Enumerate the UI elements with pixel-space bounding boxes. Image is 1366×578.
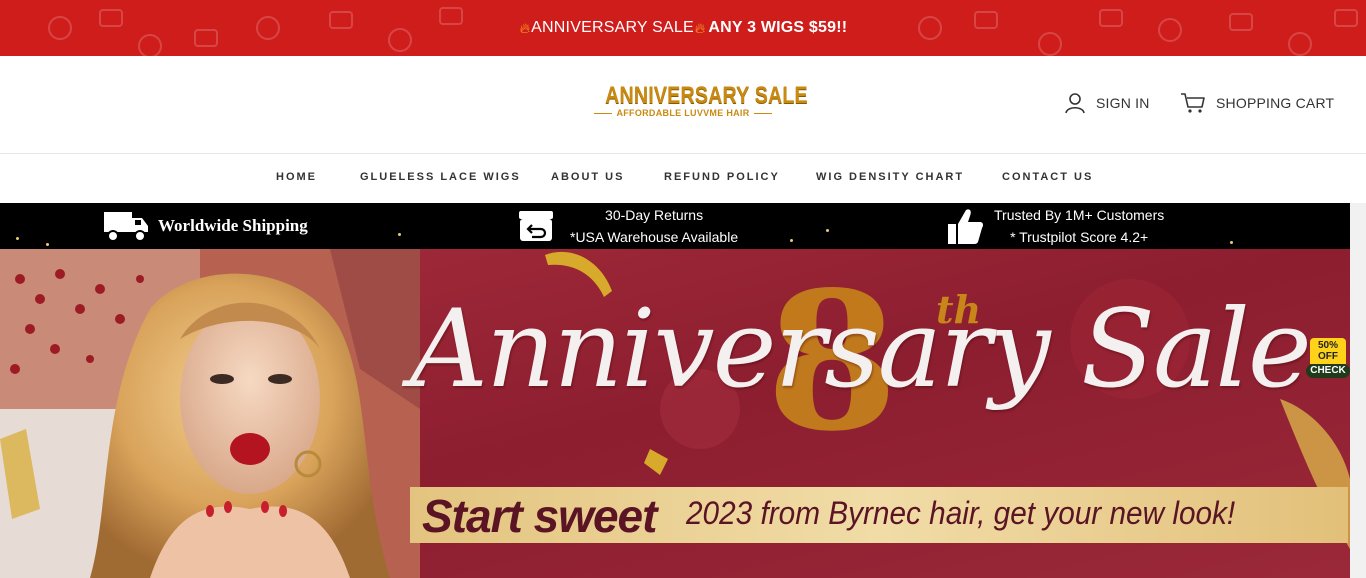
flame-icon: 🔥︎ [519,19,531,36]
main-nav: HOME GLUELESS LACE WIGS ABOUT US REFUND … [0,154,1366,203]
hero-tagline-banner: Start sweet 2023 from Byrnec hair, get y… [410,487,1348,543]
nav-item-glueless-lace-wigs[interactable]: GLUELESS LACE WIGS [360,171,551,183]
nav-item-about-us[interactable]: ABOUT US [551,171,664,183]
badge-discount: 50% OFF [1310,338,1346,364]
sparkle [1230,241,1233,244]
site-logo[interactable]: ANNIVERSARY SALE AFFORDABLE LUVVME HAIR [588,82,808,122]
cart-icon [1181,93,1205,113]
hero-banner[interactable]: 8 th Anniversary Sale Start sweet 2023 f… [0,249,1350,578]
feature-returns: 30-Day Returns *USA Warehouse Available [516,203,738,249]
returns-line2: *USA Warehouse Available [570,229,739,245]
discount-badge[interactable]: 50% OFF CHECK [1306,338,1350,378]
shopping-cart-link[interactable]: SHOPPING CART [1180,92,1334,114]
nav-item-refund-policy[interactable]: REFUND POLICY [664,171,816,183]
hero-title: Anniversary Sale [410,287,1312,412]
returns-line1: 30-Day Returns [605,207,704,223]
sparkle [16,237,19,240]
truck-icon [104,212,148,242]
promo-offer-text: ANY 3 WIGS $59!! [708,19,848,36]
sparkle [46,243,49,246]
feature-trust: Trusted By 1M+ Customers * Trustpilot Sc… [946,203,1164,249]
nav-item-home[interactable]: HOME [276,171,360,183]
nav-item-contact-us[interactable]: CONTACT US [1002,171,1093,183]
page-scrollbar[interactable] [1350,203,1366,578]
trust-text: Trusted By 1M+ Customers * Trustpilot Sc… [994,204,1164,248]
sparkle [790,239,793,242]
feature-shipping: Worldwide Shipping [102,203,308,249]
cart-label: SHOPPING CART [1216,95,1335,111]
returns-text: 30-Day Returns *USA Warehouse Available [570,204,738,248]
promo-message[interactable]: 🔥︎ ANNIVERSARY SALE 🔥︎ ANY 3 WIGS $59!! [0,0,1366,56]
sign-in-label: SIGN IN [1096,95,1150,111]
promo-bar: 🔥︎ ANNIVERSARY SALE 🔥︎ ANY 3 WIGS $59!! [0,0,1366,56]
sparkle [826,229,829,232]
return-box-icon [519,211,553,241]
site-header: ANNIVERSARY SALE AFFORDABLE LUVVME HAIR … [0,56,1366,154]
features-strip: Worldwide Shipping 30-Day Returns *USA W… [0,203,1350,249]
trust-line1: Trusted By 1M+ Customers [994,207,1165,223]
sign-in-link[interactable]: SIGN IN [1064,92,1150,114]
logo-divider [753,112,772,114]
logo-divider [594,112,613,114]
user-icon [1065,93,1085,114]
badge-percent: 50% [1317,340,1338,351]
nav-items: HOME GLUELESS LACE WIGS ABOUT US REFUND … [276,171,1093,183]
nav-item-wig-density-chart[interactable]: WIG DENSITY CHART [816,171,1002,183]
thumbs-up-icon [948,209,984,244]
hero-tagline-bold: Start sweet [422,490,657,542]
badge-off: OFF [1318,351,1338,362]
trust-line2: * Trustpilot Score 4.2+ [1010,229,1149,245]
sparkle [398,233,401,236]
flame-icon: 🔥︎ [694,19,706,36]
shipping-label: Worldwide Shipping [158,216,308,235]
hero-tagline-rest: 2023 from Byrnec hair, get your new look… [686,495,1236,531]
promo-sale-text: ANNIVERSARY SALE [531,19,694,36]
badge-check-button[interactable]: CHECK [1306,364,1350,378]
logo-title: ANNIVERSARY SALE [605,82,808,109]
